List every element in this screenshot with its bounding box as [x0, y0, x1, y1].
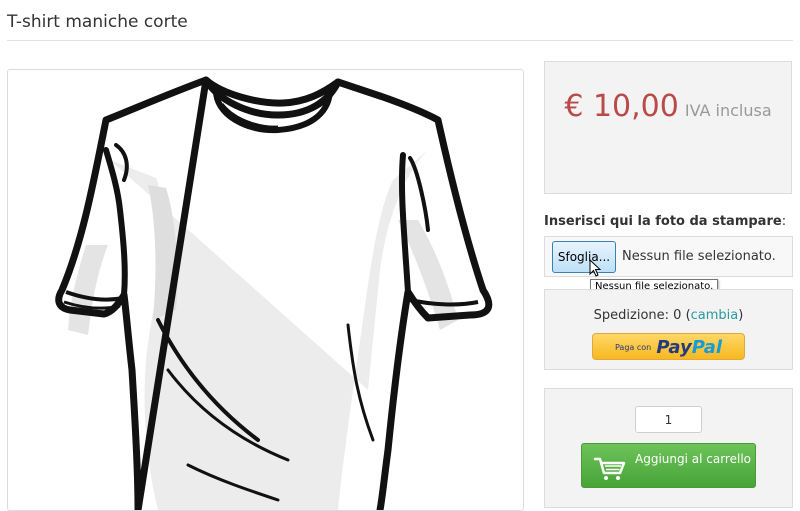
price-line: € 10,00 IVA inclusa: [545, 89, 791, 124]
cart-icon: [594, 457, 626, 480]
paypal-logo-pay: Pay: [656, 337, 692, 358]
upload-label-text: Inserisci qui la foto da stampare: [544, 214, 782, 229]
shipping-line: Spedizione: 0 (cambia): [545, 308, 792, 323]
upload-label-suffix: :: [781, 214, 787, 229]
shipping-open-paren: (: [681, 308, 691, 323]
paypal-logo-pal: Pal: [691, 337, 723, 358]
file-upload-field[interactable]: Sfoglia... Nessun file selezionato.: [544, 236, 793, 277]
change-shipping-link[interactable]: cambia: [691, 308, 739, 323]
shipping-panel: Spedizione: 0 (cambia) Paga con PayPal: [544, 289, 793, 370]
add-to-cart-button[interactable]: Aggiungi al carrello: [581, 443, 756, 488]
page-title: T-shirt maniche corte: [7, 12, 188, 32]
cart-panel: Aggiungi al carrello: [544, 388, 793, 508]
tshirt-illustration-icon: [55, 76, 493, 510]
price-value: € 10,00: [564, 89, 679, 124]
mouse-cursor-icon: [589, 259, 602, 277]
shipping-prefix: Spedizione:: [593, 308, 674, 323]
paypal-button[interactable]: Paga con PayPal: [592, 333, 745, 360]
title-divider: [7, 40, 793, 41]
add-to-cart-label: Aggiungi al carrello: [635, 452, 751, 466]
quantity-input[interactable]: [635, 406, 702, 433]
upload-label: Inserisci qui la foto da stampare:: [544, 214, 786, 229]
no-file-text: Nessun file selezionato.: [622, 249, 776, 264]
product-image-frame: [7, 69, 524, 511]
tax-note: IVA inclusa: [684, 101, 772, 120]
shipping-close-paren: ): [738, 308, 744, 323]
browse-button[interactable]: Sfoglia...: [552, 241, 616, 273]
paypal-small-text: Paga con: [614, 343, 652, 352]
paypal-logo: PayPal: [656, 337, 722, 358]
price-panel: € 10,00 IVA inclusa: [544, 61, 792, 194]
